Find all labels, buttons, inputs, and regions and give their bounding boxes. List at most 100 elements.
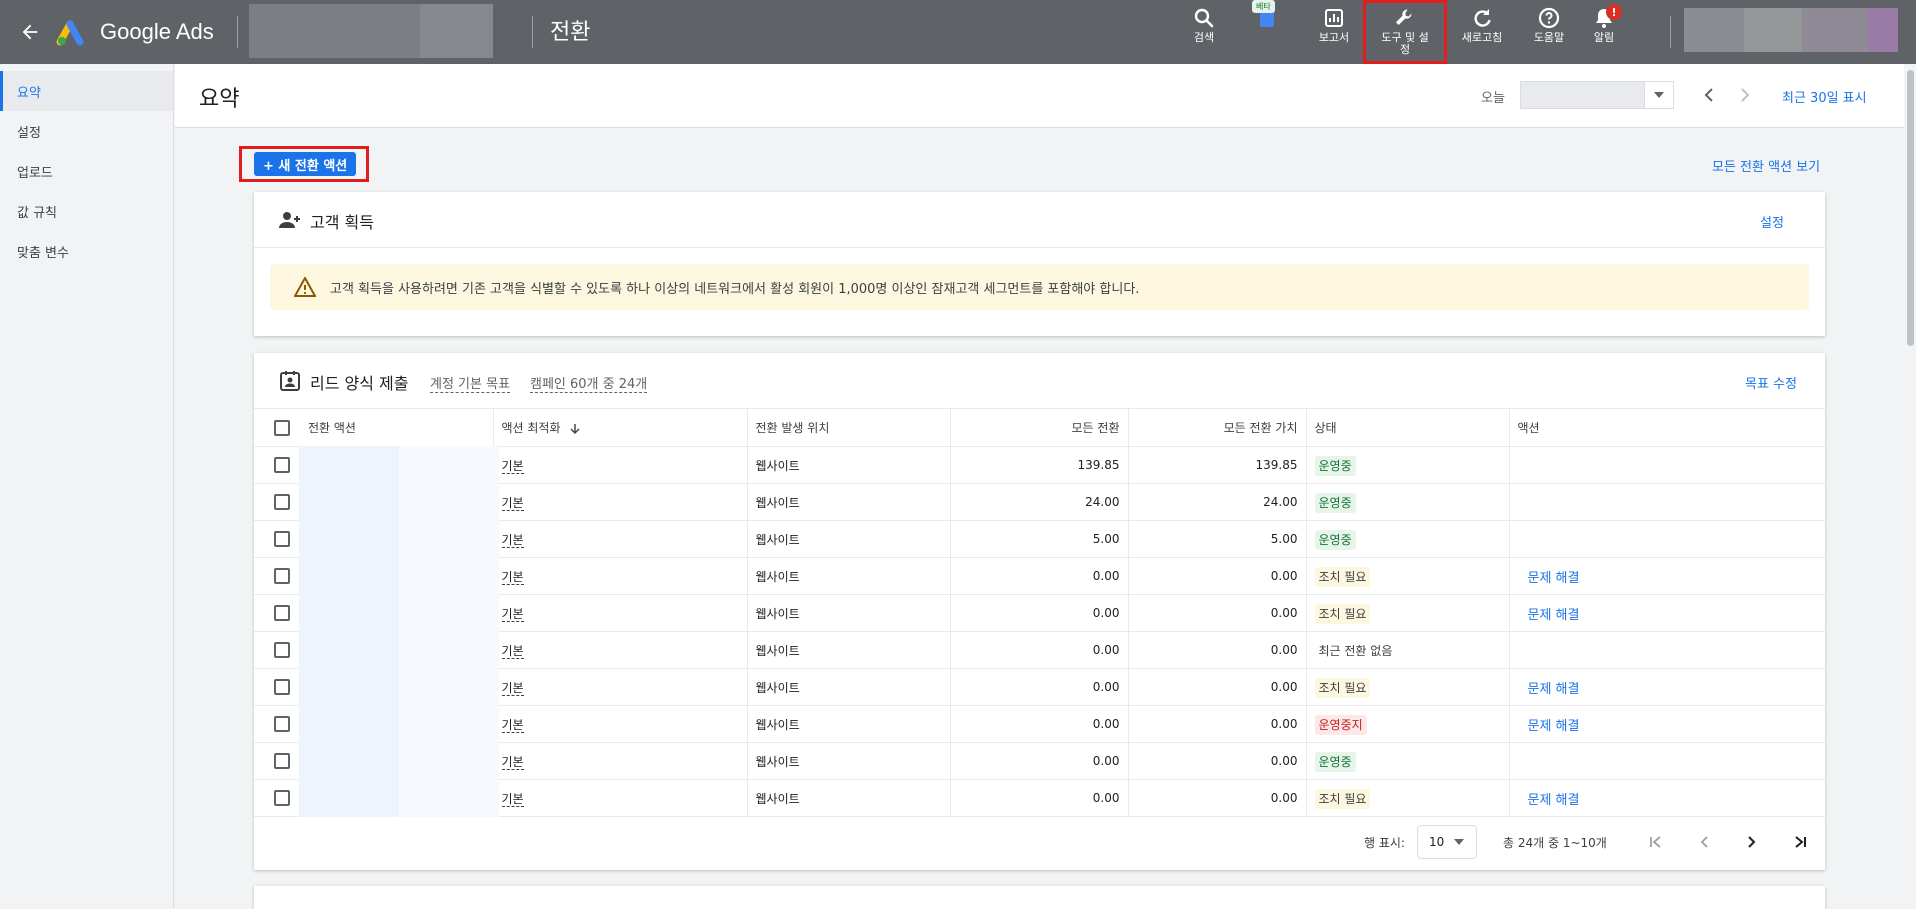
status-badge: 조치 필요 [1314, 566, 1371, 587]
edit-goal-link[interactable]: 목표 수정 [1745, 373, 1797, 392]
row-checkbox[interactable] [274, 568, 290, 584]
troubleshoot-link[interactable]: 문제 해결 [1528, 571, 1580, 586]
sidebar: 요약 설정 업로드 값 규칙 맞춤 변수 [0, 64, 174, 909]
divider [254, 247, 1825, 248]
person-add-icon [279, 212, 300, 228]
optimization-value[interactable]: 기본 [501, 680, 524, 696]
chevron-right-icon [1748, 836, 1756, 848]
conversion-value: 24.00 [1128, 483, 1307, 521]
row-checkbox[interactable] [274, 494, 290, 510]
rows-per-page-select[interactable]: 10 [1417, 825, 1477, 859]
optimization-value[interactable]: 기본 [501, 458, 524, 474]
status-badge: 운영중 [1314, 751, 1356, 772]
divider [237, 16, 238, 48]
row-checkbox[interactable] [274, 531, 290, 547]
conversion-value: 0.00 [1128, 668, 1307, 706]
status-badge: 최근 전환 없음 [1318, 643, 1393, 658]
troubleshoot-link[interactable]: 문제 해결 [1528, 608, 1580, 623]
back-arrow-icon[interactable] [16, 18, 44, 46]
campaigns-tool[interactable] [1239, 6, 1295, 56]
status-badge: 운영중 [1314, 529, 1356, 550]
optimization-value[interactable]: 기본 [501, 754, 524, 770]
troubleshoot-link[interactable]: 문제 해결 [1528, 682, 1580, 697]
warning-icon [294, 277, 316, 297]
page-range-text: 총 24개 중 1~10개 [1503, 836, 1607, 850]
search-tool[interactable]: 검색 [1176, 6, 1232, 56]
chevron-right-icon [1741, 88, 1750, 102]
date-next-button[interactable] [1732, 82, 1758, 108]
highlight-box [1363, 0, 1447, 64]
reports-tool[interactable]: 보고서 [1306, 6, 1362, 56]
scrollbar[interactable] [1904, 64, 1916, 909]
card-title: 고객 획득 [310, 213, 374, 232]
optimization-value[interactable]: 기본 [501, 791, 524, 807]
lead-form-card: 리드 양식 제출 계정 기본 목표 캠페인 60개 중 24개 목표 수정 전환… [254, 353, 1825, 870]
row-checkbox[interactable] [274, 790, 290, 806]
sidebar-item-uploads[interactable]: 업로드 [0, 151, 173, 191]
conversions-value: 5.00 [950, 520, 1129, 558]
first-page-icon [1650, 836, 1661, 848]
column-header: 모든 전환 [950, 408, 1129, 447]
optimization-value[interactable]: 기본 [501, 717, 524, 733]
status-badge: 운영중 [1314, 492, 1356, 513]
account-selector[interactable] [249, 4, 493, 58]
chevron-down-icon [1654, 92, 1664, 98]
sidebar-item-settings[interactable]: 설정 [0, 111, 173, 151]
help-icon [1538, 7, 1560, 29]
source-value: 웹사이트 [747, 520, 951, 558]
first-page-button[interactable] [1644, 830, 1668, 854]
refresh-icon [1474, 9, 1491, 27]
conversion-value: 0.00 [1128, 779, 1307, 817]
scrollbar-thumb[interactable] [1907, 70, 1914, 346]
user-account-area[interactable] [1684, 8, 1898, 52]
status-badge: 운영중지 [1314, 714, 1367, 735]
row-checkbox[interactable] [274, 753, 290, 769]
optimization-value[interactable]: 기본 [501, 606, 524, 622]
sidebar-item-summary[interactable]: 요약 [0, 71, 173, 111]
optimization-value[interactable]: 기본 [501, 569, 524, 585]
row-checkbox[interactable] [274, 605, 290, 621]
source-value: 웹사이트 [747, 631, 951, 669]
page-title: 요약 [199, 87, 240, 112]
optimization-value[interactable]: 기본 [501, 643, 524, 659]
next-page-button[interactable] [1740, 830, 1764, 854]
optimization-value[interactable]: 기본 [501, 532, 524, 548]
troubleshoot-link[interactable]: 문제 해결 [1528, 793, 1580, 808]
divider [1670, 16, 1671, 48]
conversion-value: 139.85 [1128, 446, 1307, 484]
last-page-button[interactable] [1788, 830, 1812, 854]
column-header: 전환 액션 [290, 408, 494, 447]
row-checkbox[interactable] [274, 642, 290, 658]
row-checkbox[interactable] [274, 457, 290, 473]
column-header-sortable[interactable]: 액션 최적화 [493, 408, 748, 447]
date-prev-button[interactable] [1696, 82, 1722, 108]
row-checkbox[interactable] [274, 716, 290, 732]
divider [532, 16, 533, 48]
optimization-value[interactable]: 기본 [501, 495, 524, 511]
status-badge: 운영중 [1314, 455, 1356, 476]
conversion-action-names [299, 446, 499, 817]
conversions-value: 24.00 [950, 483, 1129, 521]
recent-30-days-link[interactable]: 최근 30일 표시 [1782, 87, 1867, 106]
acquisition-settings-link[interactable]: 설정 [1760, 212, 1784, 231]
sidebar-item-custom-variables[interactable]: 맞춤 변수 [0, 231, 173, 271]
date-dropdown-button[interactable] [1644, 81, 1674, 109]
select-all-checkbox[interactable] [274, 419, 290, 436]
status-badge: 조치 필요 [1314, 677, 1371, 698]
conversions-value: 139.85 [950, 446, 1129, 484]
campaign-count-tag[interactable]: 캠페인 60개 중 24개 [530, 373, 648, 393]
row-checkbox[interactable] [274, 679, 290, 695]
account-default-goal-tag[interactable]: 계정 기본 목표 [430, 373, 511, 393]
refresh-tool[interactable]: 새로고침 [1454, 6, 1510, 56]
conversions-value: 0.00 [950, 779, 1129, 817]
sidebar-item-value-rules[interactable]: 값 규칙 [0, 191, 173, 231]
help-tool[interactable]: 도움말 [1521, 6, 1577, 56]
date-range-field[interactable] [1520, 81, 1644, 109]
brand-name: Google Ads [100, 19, 214, 44]
notifications-tool[interactable]: 알림 ! [1576, 4, 1632, 56]
prev-page-button[interactable] [1692, 830, 1716, 854]
conversions-value: 0.00 [950, 594, 1129, 632]
view-all-conversion-actions-link[interactable]: 모든 전환 액션 보기 [1712, 156, 1820, 175]
conversion-value: 5.00 [1128, 520, 1307, 558]
troubleshoot-link[interactable]: 문제 해결 [1528, 719, 1580, 734]
